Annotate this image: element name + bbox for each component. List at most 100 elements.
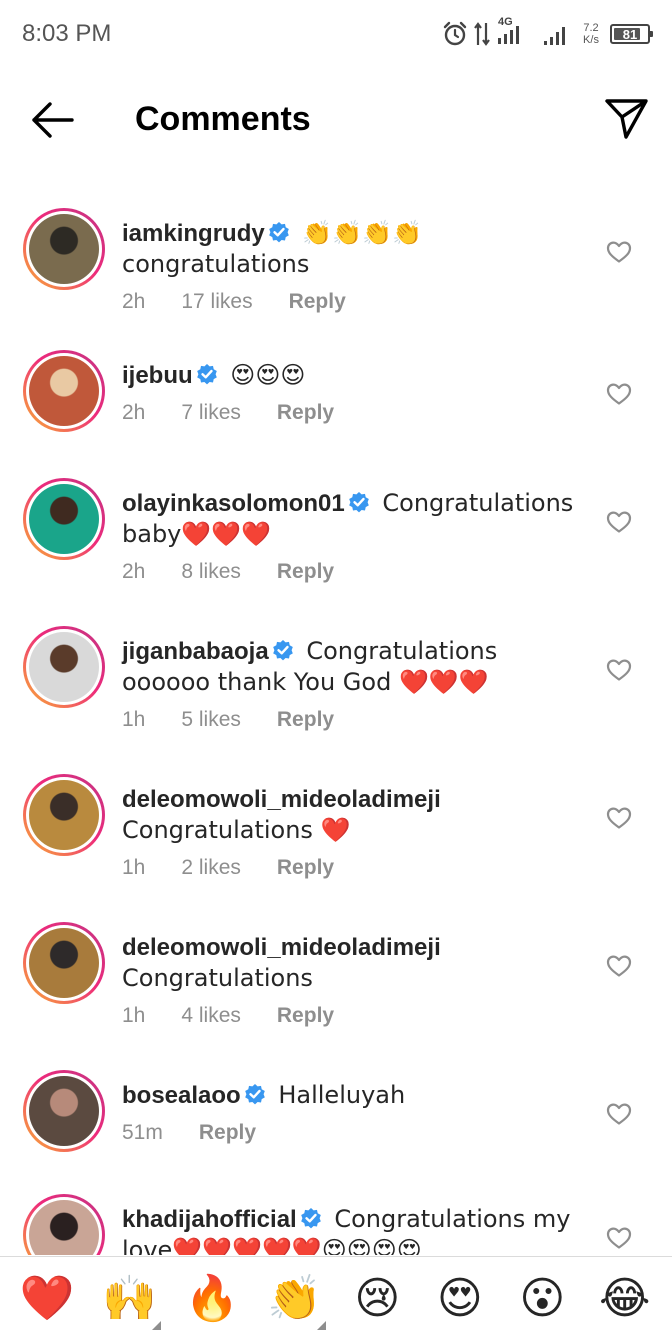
comment-text: olayinkasolomon01 Congratulations baby❤️… xyxy=(122,488,582,550)
username[interactable]: olayinkasolomon01 xyxy=(122,490,345,517)
comment-time: 2h xyxy=(122,290,146,313)
avatar-image xyxy=(29,632,99,702)
reply-button[interactable]: Reply xyxy=(289,290,346,314)
like-count[interactable]: 5 likes xyxy=(181,708,241,732)
username[interactable]: ijebuu xyxy=(122,362,193,389)
comment-message: Congratulations ❤️ xyxy=(122,816,351,844)
comment-time: 1h xyxy=(122,708,146,731)
comment-time: 2h xyxy=(122,401,146,424)
username[interactable]: bosealaoo xyxy=(122,1082,241,1109)
username[interactable]: iamkingrudy xyxy=(122,220,265,247)
avatar[interactable] xyxy=(23,208,105,290)
like-button[interactable] xyxy=(606,954,632,978)
comment-message: Congratulations xyxy=(122,964,313,992)
like-count[interactable]: 17 likes xyxy=(181,290,252,314)
comment-message: 😍😍😍 xyxy=(222,361,306,389)
avatar[interactable] xyxy=(23,1194,105,1255)
avatar[interactable] xyxy=(23,922,105,1004)
comment-body: deleomowoli_mideoladimeji Congratulations… xyxy=(122,922,582,1028)
comment-item: ijebuu 😍😍😍 2h 7 likes Reply xyxy=(0,350,672,432)
comment-text: khadijahofficial Congratulations my love… xyxy=(122,1204,582,1255)
avatar[interactable] xyxy=(23,350,105,432)
like-button[interactable] xyxy=(606,1226,632,1250)
crying-emoji-button[interactable]: 😢 xyxy=(344,1272,410,1324)
fire-emoji-button[interactable]: 🔥 xyxy=(179,1273,245,1324)
comment-item: deleomowoli_mideoladimeji Congratulations… xyxy=(0,922,672,1028)
username[interactable]: deleomowoli_mideoladimeji xyxy=(122,934,441,961)
back-button[interactable] xyxy=(26,98,78,142)
comment-body: jiganbabaoja Congratulations oooooo than… xyxy=(122,626,582,732)
avatar[interactable] xyxy=(23,1070,105,1152)
like-button[interactable] xyxy=(606,510,632,534)
comment-item: deleomowoli_mideoladimeji Congratulations… xyxy=(0,774,672,880)
paper-plane-icon xyxy=(605,99,648,139)
share-button[interactable] xyxy=(604,96,650,142)
comment-body: bosealaoo Halleluyah 51m Reply xyxy=(122,1070,582,1152)
signal-4g-icon: 4G xyxy=(496,16,536,48)
alarm-icon xyxy=(443,21,467,46)
comment-meta: 2h 7 likes Reply xyxy=(122,401,582,425)
heart-icon xyxy=(606,1103,632,1125)
like-button[interactable] xyxy=(606,1102,632,1126)
heart-emoji-button[interactable]: ❤️ xyxy=(14,1272,80,1324)
like-count[interactable]: 8 likes xyxy=(181,560,241,584)
reply-button[interactable]: Reply xyxy=(277,560,334,584)
surprised-emoji-button[interactable]: 😮 xyxy=(509,1272,575,1324)
like-button[interactable] xyxy=(606,240,632,264)
comment-time: 51m xyxy=(122,1121,163,1144)
reply-button[interactable]: Reply xyxy=(277,1004,334,1028)
verified-badge-icon xyxy=(272,640,293,661)
like-button[interactable] xyxy=(606,806,632,830)
username[interactable]: khadijahofficial xyxy=(122,1206,297,1233)
battery-icon: 81 xyxy=(610,24,653,44)
reply-button[interactable]: Reply xyxy=(277,401,334,425)
username[interactable]: jiganbabaoja xyxy=(122,638,269,665)
heart-eyes-emoji-button[interactable]: 😍 xyxy=(427,1273,493,1324)
avatar[interactable] xyxy=(23,626,105,708)
comment-item: jiganbabaoja Congratulations oooooo than… xyxy=(0,626,672,732)
heart-emoji-icon: ❤️ xyxy=(19,1272,75,1324)
comment-meta: 51m Reply xyxy=(122,1121,582,1145)
reply-button[interactable]: Reply xyxy=(277,708,334,732)
comment-message: Halleluyah xyxy=(270,1081,406,1109)
like-button[interactable] xyxy=(606,658,632,682)
page-title: Comments xyxy=(135,100,311,138)
comment-text: iamkingrudy 👏👏👏👏 congratulations xyxy=(122,218,582,280)
comment-meta: 1h 2 likes Reply xyxy=(122,856,582,880)
reply-button[interactable]: Reply xyxy=(199,1121,256,1145)
comment-body: iamkingrudy 👏👏👏👏 congratulations 2h 17 lik… xyxy=(122,208,582,314)
like-count[interactable]: 4 likes xyxy=(181,1004,241,1028)
avatar-frame xyxy=(26,353,102,429)
heart-icon xyxy=(606,383,632,405)
comment-body: deleomowoli_mideoladimeji Congratulations… xyxy=(122,774,582,880)
avatar[interactable] xyxy=(23,478,105,560)
net-speed-unit: K/s xyxy=(583,34,599,46)
heart-icon xyxy=(606,659,632,681)
data-transfer-icon xyxy=(474,22,490,46)
heart-icon xyxy=(606,807,632,829)
avatar-image xyxy=(29,928,99,998)
surprised-emoji-icon: 😮 xyxy=(519,1272,566,1324)
comment-item: khadijahofficial Congratulations my love… xyxy=(0,1194,672,1255)
comment-body: ijebuu 😍😍😍 2h 7 likes Reply xyxy=(122,350,582,432)
avatar-frame xyxy=(26,777,102,853)
comment-meta: 2h 17 likes Reply xyxy=(122,290,582,314)
username[interactable]: deleomowoli_mideoladimeji xyxy=(122,786,441,813)
like-count[interactable]: 2 likes xyxy=(181,856,241,880)
raising-hands-emoji-button[interactable]: 🙌 xyxy=(97,1273,163,1330)
net-speed: 7.2 K/s xyxy=(578,22,604,46)
avatar-image xyxy=(29,214,99,284)
like-button[interactable] xyxy=(606,382,632,406)
verified-badge-icon xyxy=(196,364,217,385)
clapping-emoji-button[interactable]: 👏 xyxy=(262,1272,328,1330)
comment-text: bosealaoo Halleluyah xyxy=(122,1080,582,1111)
laughing-emoji-button[interactable]: 😂 xyxy=(592,1273,658,1324)
like-count[interactable]: 7 likes xyxy=(181,401,241,425)
reply-button[interactable]: Reply xyxy=(277,856,334,880)
comment-list[interactable]: iamkingrudy 👏👏👏👏 congratulations 2h 17 lik… xyxy=(0,200,672,1255)
avatar-image xyxy=(29,356,99,426)
clapping-emoji-icon: 👏 xyxy=(267,1272,323,1324)
crying-emoji-icon: 😢 xyxy=(354,1272,401,1324)
avatar[interactable] xyxy=(23,774,105,856)
arrow-left-icon xyxy=(32,102,74,138)
